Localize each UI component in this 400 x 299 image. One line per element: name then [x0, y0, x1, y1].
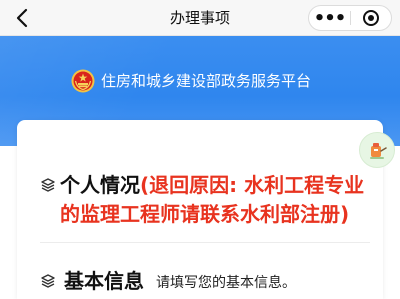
chevron-left-icon — [16, 8, 28, 28]
section-divider — [40, 242, 370, 243]
assistant-icon — [370, 143, 387, 159]
layers-icon — [41, 178, 55, 192]
layers-icon — [41, 274, 55, 288]
close-button[interactable] — [351, 5, 391, 31]
basic-info-title: 基本信息 — [64, 269, 144, 293]
back-button[interactable] — [8, 4, 36, 32]
national-emblem-icon — [71, 69, 95, 93]
assistant-button[interactable] — [359, 132, 395, 168]
personal-section-heading: 个人情况(退回原因: 水利工程专业的监理工程师请联系水利部注册) — [60, 171, 380, 229]
target-icon — [362, 10, 379, 26]
top-navbar: 办理事项 ••• — [0, 0, 400, 36]
basic-info-hint: 请填写您的基本信息。 — [156, 275, 296, 291]
platform-name: 住房和城乡建设部政务服务平台 — [101, 72, 312, 90]
mini-program-capsule: ••• — [308, 5, 392, 31]
more-button[interactable]: ••• — [309, 5, 350, 31]
personal-section-title: 个人情况 — [60, 173, 140, 197]
